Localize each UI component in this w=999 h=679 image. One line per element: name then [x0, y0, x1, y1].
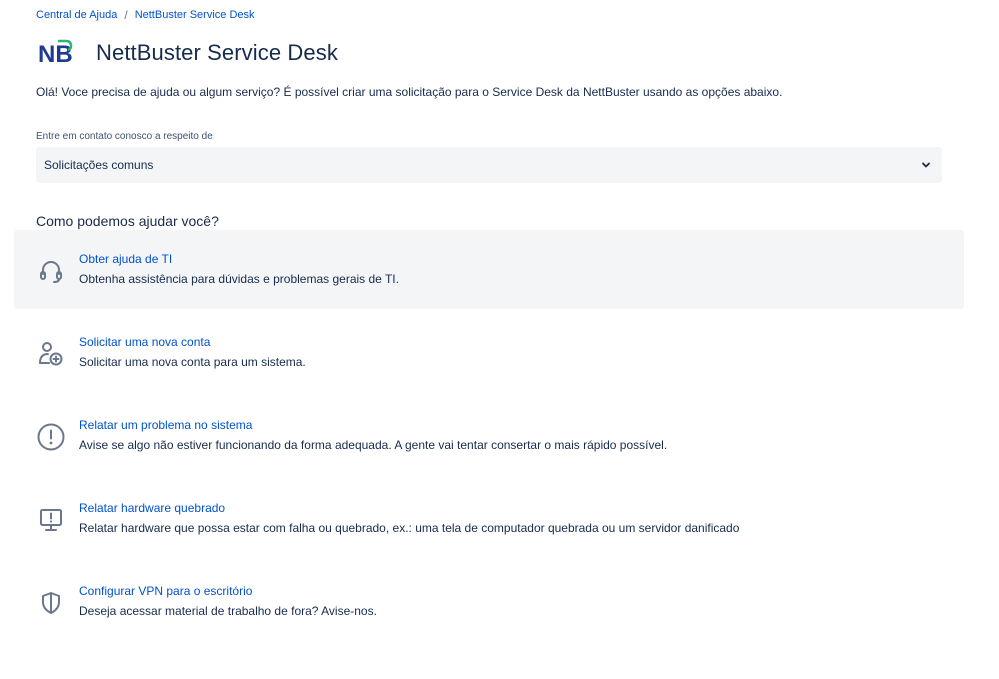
page-title: NettBuster Service Desk — [96, 40, 338, 65]
request-type-title: Solicitar uma nova conta — [79, 335, 211, 349]
request-type-broken-hardware[interactable]: Relatar hardware quebrado Relatar hardwa… — [14, 479, 964, 558]
breadcrumb: Central de Ajuda / NettBuster Service De… — [36, 8, 255, 22]
request-type-title: Obter ajuda de TI — [79, 252, 173, 266]
request-type-description: Deseja acessar material de trabalho de f… — [79, 604, 377, 618]
request-type-description: Solicitar uma nova conta para um sistema… — [79, 355, 306, 369]
request-type-title: Relatar um problema no sistema — [79, 418, 253, 432]
alert-circle-icon — [37, 423, 65, 451]
request-type-title: Configurar VPN para o escritório — [79, 584, 253, 598]
nettbuster-logo: NB — [38, 39, 73, 68]
page-header: NB NettBuster Service Desk — [38, 38, 338, 68]
breadcrumb-current-link[interactable]: NettBuster Service Desk — [135, 9, 255, 21]
contact-select-label: Entre em contato conosco a respeito de — [36, 131, 213, 142]
headset-icon — [40, 261, 62, 283]
request-type-description: Relatar hardware que possa estar com fal… — [79, 521, 740, 535]
intro-text: Olá! Voce precisa de ajuda ou algum serv… — [36, 85, 783, 99]
help-heading: Como podemos ajudar você? — [36, 213, 219, 229]
request-type-list: Obter ajuda de TI Obtenha assistência pa… — [14, 230, 964, 645]
logo-text: NB — [38, 41, 73, 68]
chevron-down-icon — [922, 162, 930, 168]
add-user-icon — [39, 342, 63, 366]
request-type-description: Obtenha assistência para dúvidas e probl… — [79, 272, 399, 286]
request-type-description: Avise se algo não estiver funcionando da… — [79, 438, 668, 452]
request-type-new-account[interactable]: Solicitar uma nova conta Solicitar uma n… — [14, 313, 964, 392]
shield-icon — [42, 592, 60, 614]
contact-select-value: Solicitações comuns — [44, 158, 154, 172]
breadcrumb-home-link[interactable]: Central de Ajuda — [36, 9, 117, 21]
request-type-title: Relatar hardware quebrado — [79, 501, 226, 515]
request-type-vpn[interactable]: Configurar VPN para o escritório Deseja … — [14, 562, 964, 641]
breadcrumb-separator: / — [124, 8, 128, 22]
contact-select[interactable]: Solicitações comuns — [36, 147, 942, 183]
request-type-it-help[interactable]: Obter ajuda de TI Obtenha assistência pa… — [14, 230, 964, 309]
monitor-alert-icon — [40, 509, 62, 531]
request-type-system-problem[interactable]: Relatar um problema no sistema Avise se … — [14, 396, 964, 475]
